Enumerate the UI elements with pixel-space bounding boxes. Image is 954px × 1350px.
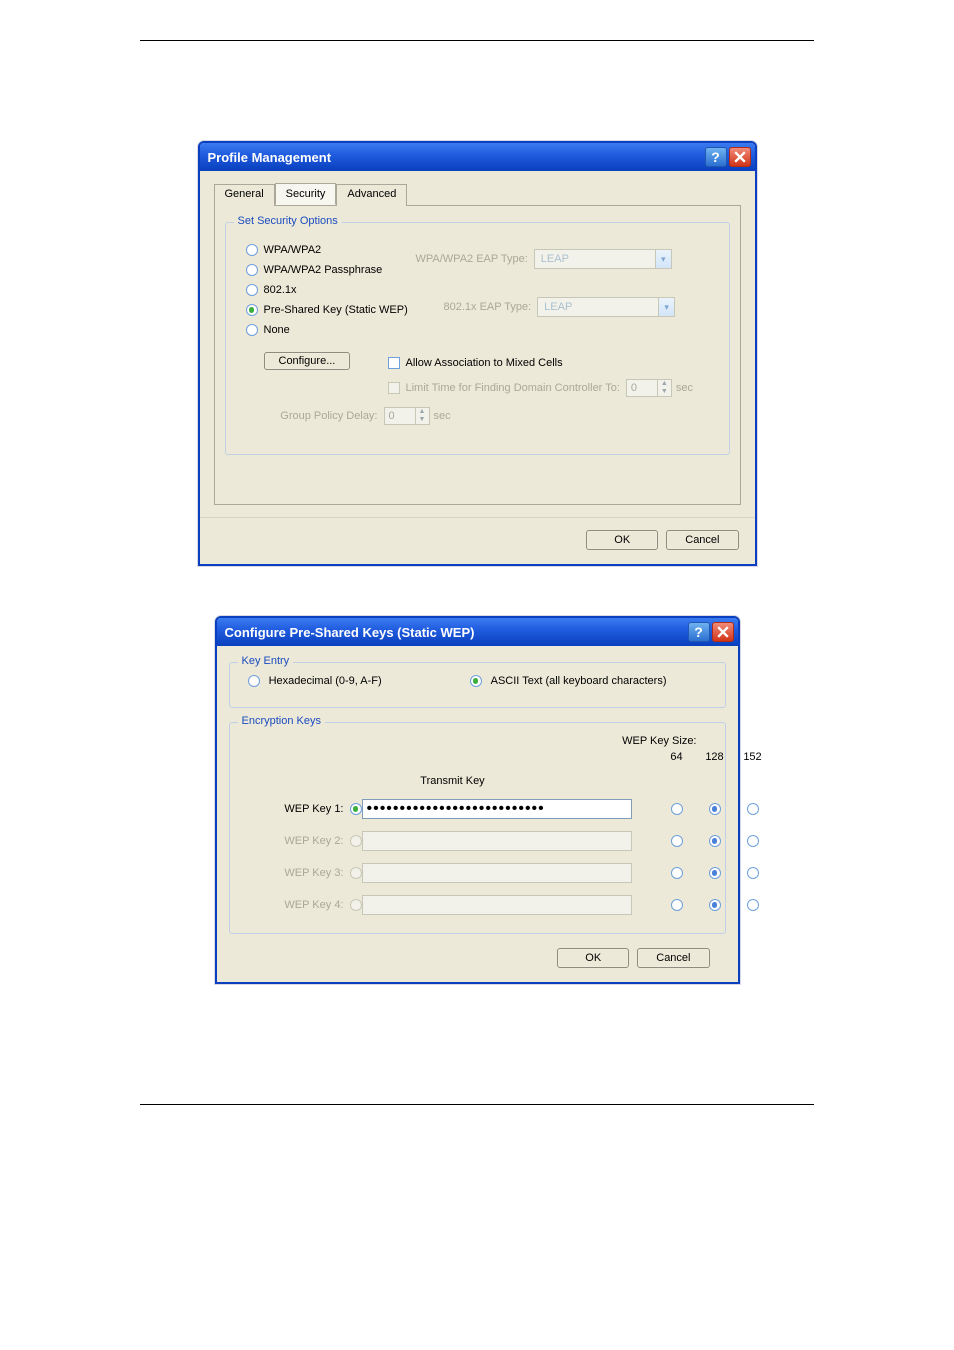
group-security-options: Set Security Options (234, 215, 342, 227)
radio-wpa[interactable] (246, 244, 258, 256)
chevron-down-icon: ▾ (658, 298, 674, 316)
top-divider (140, 40, 814, 41)
radio-psk-label: Pre-Shared Key (Static WEP) (264, 304, 408, 316)
ok-button[interactable]: OK (557, 948, 629, 968)
size-152: 152 (734, 751, 772, 763)
wep2-input[interactable] (362, 831, 632, 851)
wep1-label: WEP Key 1: (240, 803, 350, 815)
cancel-button[interactable]: Cancel (637, 948, 709, 968)
gpd-value: 0 (385, 410, 415, 422)
wpa-eap-label: WPA/WPA2 EAP Type: (416, 253, 528, 265)
limit-time-spinner: 0 ▲▼ (626, 379, 672, 397)
wep2-size-128[interactable] (709, 835, 721, 847)
radio-hex-label: Hexadecimal (0-9, A-F) (269, 675, 382, 687)
limit-time-value: 0 (627, 382, 657, 394)
close-icon[interactable] (729, 147, 751, 167)
titlebar: Configure Pre-Shared Keys (Static WEP) ? (217, 618, 738, 646)
profile-management-dialog: Profile Management ? General Security Ad… (198, 141, 757, 566)
size-128: 128 (696, 751, 734, 763)
8021x-eap-label: 802.1x EAP Type: (444, 301, 532, 313)
radio-ascii[interactable] (470, 675, 482, 687)
radio-wpa-passphrase[interactable] (246, 264, 258, 276)
help-icon[interactable]: ? (705, 147, 727, 167)
window-title: Profile Management (208, 150, 332, 165)
bottom-divider (140, 1104, 814, 1105)
transmit-radio-2 (350, 835, 362, 847)
radio-ascii-label: ASCII Text (all keyboard characters) (491, 675, 667, 687)
8021x-eap-combo: LEAP ▾ (537, 297, 675, 317)
check-allow-mixed[interactable] (388, 357, 400, 369)
radio-psk[interactable] (246, 304, 258, 316)
group-policy-delay-label: Group Policy Delay: (278, 410, 378, 422)
cancel-button[interactable]: Cancel (666, 530, 738, 550)
limit-time-label: Limit Time for Finding Domain Controller… (406, 382, 620, 394)
close-icon[interactable] (712, 622, 734, 642)
tab-advanced[interactable]: Advanced (336, 184, 407, 206)
wep3-size-152[interactable] (747, 867, 759, 879)
wep4-size-128[interactable] (709, 899, 721, 911)
wep3-label: WEP Key 3: (240, 867, 350, 879)
transmit-radio-4 (350, 899, 362, 911)
wpa-eap-combo: LEAP ▾ (534, 249, 672, 269)
wep3-input[interactable] (362, 863, 632, 883)
chevron-down-icon: ▾ (655, 250, 671, 268)
wep4-size-152[interactable] (747, 899, 759, 911)
tab-security[interactable]: Security (275, 183, 337, 205)
wep2-size-152[interactable] (747, 835, 759, 847)
configure-button[interactable]: Configure... (264, 352, 351, 370)
tabstrip: General Security Advanced (214, 183, 741, 205)
titlebar: Profile Management ? (200, 143, 755, 171)
wep4-input[interactable] (362, 895, 632, 915)
wep-key-size-label: WEP Key Size: (622, 735, 696, 747)
radio-wpa-label: WPA/WPA2 (264, 244, 322, 256)
ok-button[interactable]: OK (586, 530, 658, 550)
sec-label-2: sec (434, 410, 451, 422)
help-icon[interactable]: ? (688, 622, 710, 642)
transmit-radio-3 (350, 867, 362, 879)
check-limit-time (388, 382, 400, 394)
group-key-entry: Key Entry (238, 655, 294, 667)
radio-none[interactable] (246, 324, 258, 336)
8021x-eap-value: LEAP (538, 301, 658, 313)
wep3-size-64[interactable] (671, 867, 683, 879)
wep4-size-64[interactable] (671, 899, 683, 911)
wpa-eap-value: LEAP (535, 253, 655, 265)
wep2-label: WEP Key 2: (240, 835, 350, 847)
size-64: 64 (658, 751, 696, 763)
transmit-radio-1[interactable] (350, 803, 362, 815)
wep1-size-64[interactable] (671, 803, 683, 815)
configure-psk-dialog: Configure Pre-Shared Keys (Static WEP) ?… (215, 616, 740, 984)
wep1-size-128[interactable] (709, 803, 721, 815)
gpd-spinner: 0 ▲▼ (384, 407, 430, 425)
radio-wpa-passphrase-label: WPA/WPA2 Passphrase (264, 264, 383, 276)
wep1-input[interactable]: ••••••••••••••••••••••••••• (362, 799, 632, 819)
radio-hex[interactable] (248, 675, 260, 687)
allow-mixed-label: Allow Association to Mixed Cells (406, 357, 563, 369)
radio-none-label: None (264, 324, 290, 336)
wep2-size-64[interactable] (671, 835, 683, 847)
wep3-size-128[interactable] (709, 867, 721, 879)
window-title: Configure Pre-Shared Keys (Static WEP) (225, 625, 475, 640)
transmit-key-label: Transmit Key (240, 775, 632, 787)
group-encryption-keys: Encryption Keys (238, 715, 325, 727)
radio-8021x[interactable] (246, 284, 258, 296)
wep4-label: WEP Key 4: (240, 899, 350, 911)
radio-8021x-label: 802.1x (264, 284, 297, 296)
tab-general[interactable]: General (214, 184, 275, 206)
wep1-size-152[interactable] (747, 803, 759, 815)
sec-label: sec (676, 382, 693, 394)
